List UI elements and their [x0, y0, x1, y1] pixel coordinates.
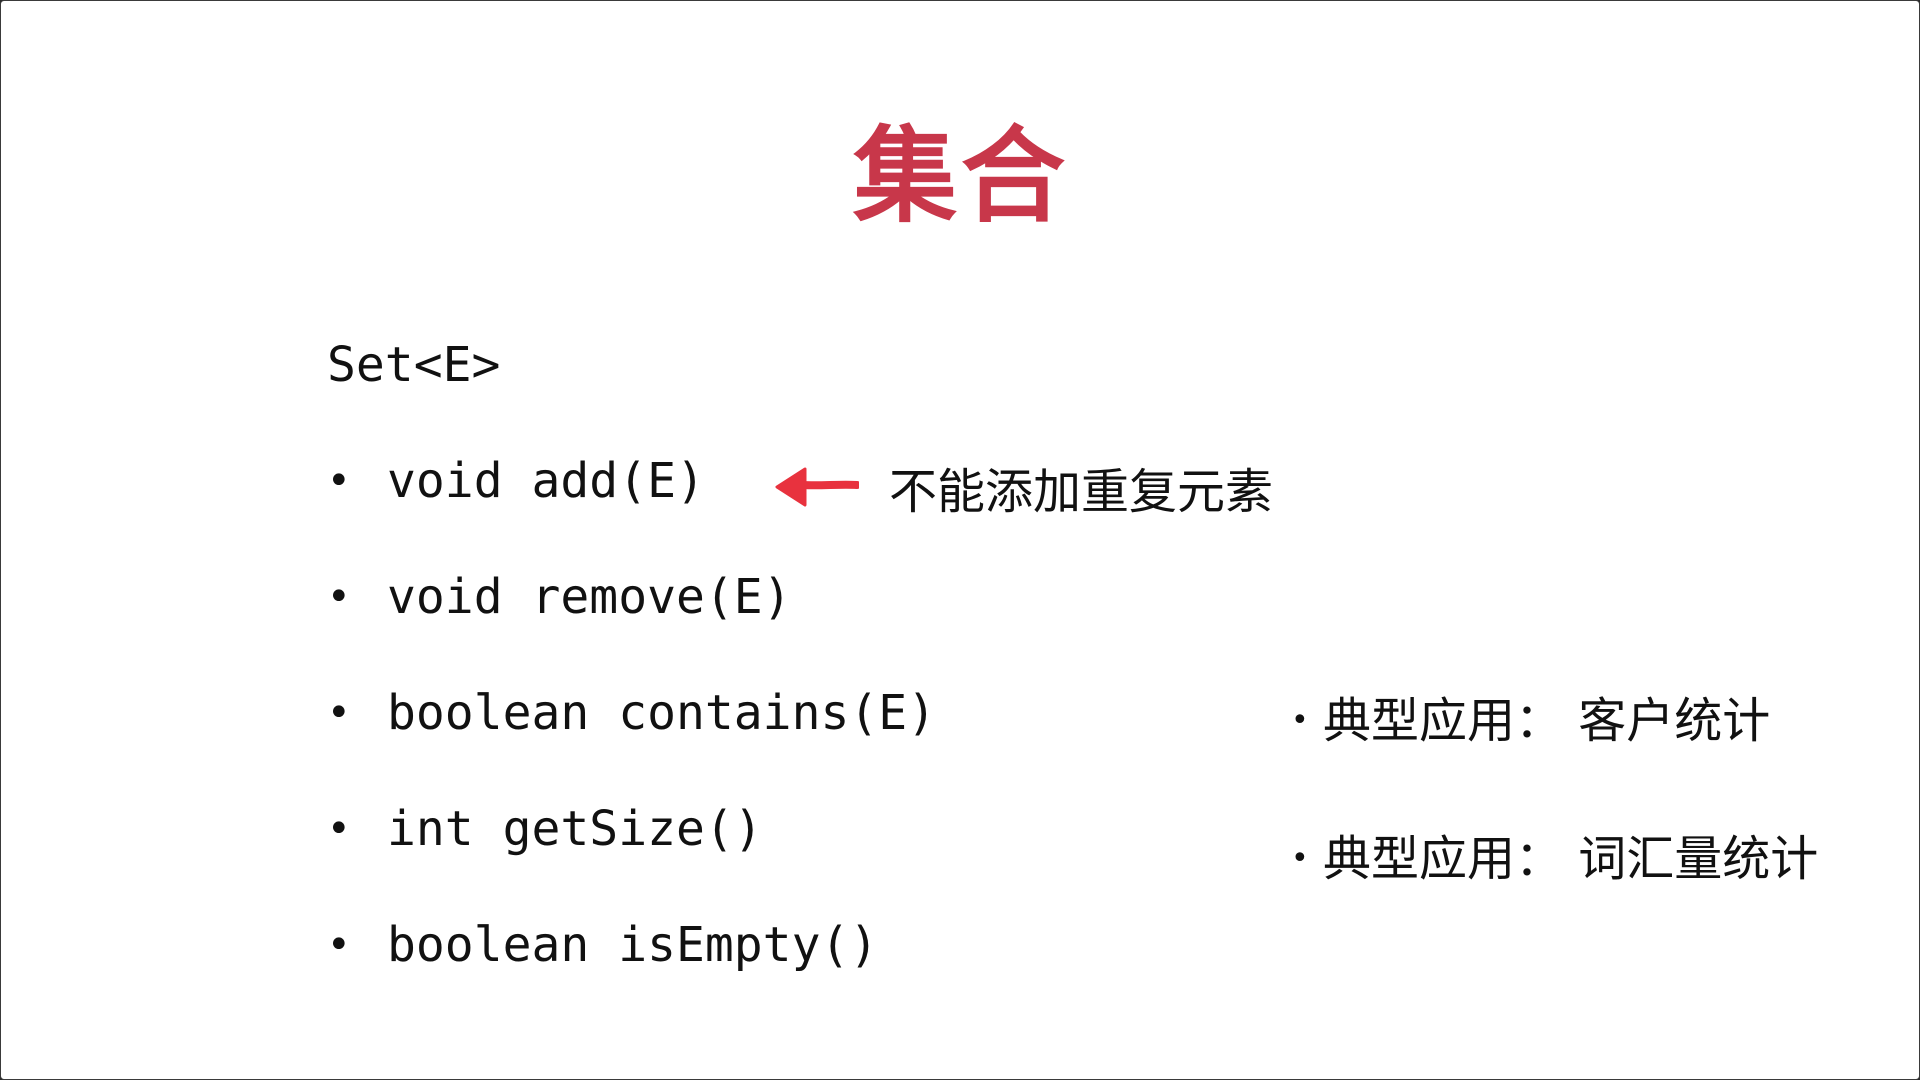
method-item-isempty: • boolean isEmpty() — [327, 913, 936, 1029]
interface-name: Set<E> — [327, 337, 501, 393]
bullet-icon: • — [327, 574, 351, 620]
application-list: • 典型应用： 客户统计 • 典型应用： 词汇量统计 — [1291, 689, 1818, 965]
application-text: 典型应用： 词汇量统计 — [1323, 831, 1819, 887]
bullet-icon: • — [327, 806, 351, 852]
bullet-icon: • — [1291, 703, 1309, 738]
bullet-icon: • — [327, 458, 351, 504]
method-signature: void remove(E) — [387, 569, 792, 625]
slide-title: 集合 — [852, 115, 1069, 237]
bullet-icon: • — [1291, 841, 1309, 876]
method-item-contains: • boolean contains(E) — [327, 681, 936, 797]
method-signature: int getSize() — [387, 801, 763, 857]
bullet-icon: • — [327, 922, 351, 968]
method-item-remove: • void remove(E) — [327, 565, 936, 681]
add-method-note: 不能添加重复元素 — [773, 455, 1274, 520]
method-signature: boolean isEmpty() — [387, 917, 879, 973]
slide: 集合 Set<E> • void add(E) • void remove(E) •… — [0, 0, 1920, 1080]
method-list: • void add(E) • void remove(E) • boolean co… — [327, 449, 936, 1029]
note-text: 不能添加重复元素 — [889, 464, 1274, 520]
bullet-icon: • — [327, 690, 351, 736]
method-item-getsize: • int getSize() — [327, 797, 936, 913]
method-signature: boolean contains(E) — [387, 685, 937, 741]
application-item-customer: • 典型应用： 客户统计 — [1291, 689, 1818, 827]
method-signature: void add(E) — [387, 453, 705, 509]
application-text: 典型应用： 客户统计 — [1323, 693, 1771, 749]
left-arrow-icon — [775, 467, 859, 507]
application-item-vocabulary: • 典型应用： 词汇量统计 — [1291, 827, 1818, 965]
